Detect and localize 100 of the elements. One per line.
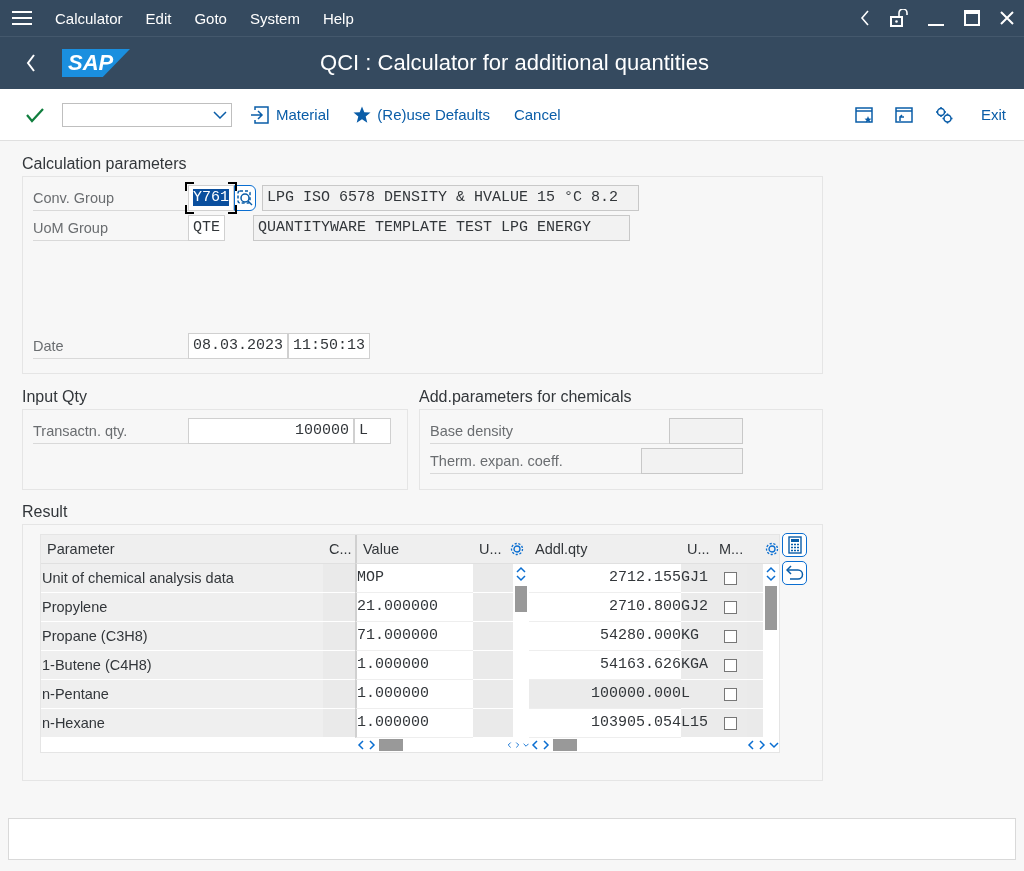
description-field: LPG ISO 6578 DENSITY & HVALUE 15 °C 8.2 <box>262 185 639 211</box>
description-field: QUANTITYWARE TEMPLATE TEST LPG ENERGY <box>253 215 630 241</box>
calculator-icon <box>787 536 802 554</box>
table-cell: 100000.000 <box>529 680 681 709</box>
scroll-left-icon[interactable] <box>531 740 539 750</box>
scroll-up-icon[interactable] <box>516 566 526 574</box>
undo-icon <box>785 565 804 581</box>
toolbar-button[interactable]: Cancel <box>513 106 561 123</box>
table-cell: 1.000000 <box>355 709 473 738</box>
table-cell <box>323 651 355 680</box>
table-cell: GJ1 <box>681 564 713 593</box>
checkmark-icon[interactable] <box>26 106 44 123</box>
scroll-left-icon[interactable] <box>357 740 365 750</box>
back-icon[interactable] <box>26 54 36 72</box>
table-cell: MOP <box>355 564 473 593</box>
column-header[interactable]: Value <box>355 535 473 564</box>
settings-icon[interactable] <box>510 542 524 556</box>
menu-item[interactable]: Goto <box>194 9 227 27</box>
value-help-button[interactable] <box>234 185 256 211</box>
table-cell: 1-Butene (C4H8) <box>41 651 323 680</box>
checkbox[interactable] <box>723 658 737 672</box>
table-cell: n-Hexane <box>41 709 323 738</box>
date-field[interactable]: 08.03.2023 <box>188 333 288 359</box>
table-cell: L15 <box>681 709 713 738</box>
search-icon <box>237 190 253 206</box>
menu-item[interactable]: Help <box>322 9 354 27</box>
checkbox[interactable] <box>723 716 737 730</box>
table-cell: L <box>681 680 713 709</box>
table-cell <box>323 564 355 593</box>
table-cell <box>323 709 355 738</box>
scroll-down-icon[interactable] <box>522 741 529 749</box>
section-title: Result <box>22 503 69 521</box>
scroll-right-icon[interactable] <box>368 740 376 750</box>
window-arrows-icon[interactable] <box>895 105 913 124</box>
import-icon <box>250 104 270 125</box>
table-cell: Propane (C3H8) <box>41 622 323 651</box>
exit-button[interactable]: Exit <box>981 106 1006 123</box>
menu-icon[interactable] <box>12 10 32 26</box>
table-cell: KGA <box>681 651 713 680</box>
column-header[interactable]: U... <box>473 535 505 564</box>
scroll-up-icon[interactable] <box>766 566 776 574</box>
table-cell: Propylene <box>41 593 323 622</box>
table-cell <box>473 564 505 593</box>
scroll-thumb[interactable] <box>765 586 777 630</box>
maximize-icon[interactable] <box>964 10 980 26</box>
dropdown-icon[interactable] <box>213 110 227 119</box>
input-field[interactable]: Y761 <box>188 185 234 211</box>
column-header[interactable]: M... <box>713 535 747 564</box>
table-cell: n-Pentane <box>41 680 323 709</box>
table-cell <box>323 680 355 709</box>
checkbox[interactable] <box>723 571 737 585</box>
star-icon <box>353 105 372 124</box>
unit-field[interactable]: L <box>354 418 391 444</box>
input-field[interactable]: QTE <box>188 215 225 241</box>
scroll-thumb[interactable] <box>515 586 527 612</box>
toolbar-button[interactable]: (Re)use Defaults <box>353 105 490 124</box>
menu-item[interactable]: Calculator <box>55 9 123 27</box>
field-label: Base density <box>430 418 669 444</box>
checkbox[interactable] <box>723 600 737 614</box>
column-header[interactable]: Parameter <box>41 535 323 564</box>
section-title: Add.parameters for chemicals <box>419 388 633 406</box>
quantity-field[interactable]: 100000 <box>188 418 354 444</box>
menu-item[interactable]: System <box>249 9 300 27</box>
unlocked-lock-icon[interactable] <box>890 9 908 27</box>
scroll-thumb[interactable] <box>553 739 577 751</box>
column-header[interactable]: C... <box>323 535 355 564</box>
column-header[interactable]: Addl.qty <box>529 535 681 564</box>
scroll-left-icon[interactable] <box>507 740 512 750</box>
undo-button[interactable] <box>782 561 807 585</box>
scroll-down-icon[interactable] <box>516 574 526 582</box>
close-icon[interactable] <box>1000 11 1014 25</box>
section-title: Calculation parameters <box>22 155 188 173</box>
scroll-right-icon[interactable] <box>514 740 520 750</box>
table-cell: 1.000000 <box>355 651 473 680</box>
scroll-down-icon[interactable] <box>766 574 776 582</box>
scroll-down-icon[interactable] <box>769 741 779 749</box>
table-cell: 71.000000 <box>355 622 473 651</box>
calculator-button[interactable] <box>782 533 807 557</box>
command-field[interactable] <box>62 102 232 127</box>
time-field[interactable]: 11:50:13 <box>288 333 371 359</box>
menu-item[interactable]: Edit <box>145 9 172 27</box>
table-cell <box>323 622 355 651</box>
scroll-right-icon[interactable] <box>758 740 766 750</box>
settings-icon[interactable] <box>765 542 779 556</box>
table-cell: KG <box>681 622 713 651</box>
column-header[interactable]: U... <box>681 535 713 564</box>
scroll-left-icon[interactable] <box>747 740 755 750</box>
table-cell: GJ2 <box>681 593 713 622</box>
table-cell: Unit of chemical analysis data <box>41 564 323 593</box>
toolbar-button[interactable]: Material <box>250 104 330 125</box>
section-title: Input Qty <box>22 388 88 406</box>
scroll-right-icon[interactable] <box>542 740 550 750</box>
back-icon[interactable] <box>860 10 870 26</box>
logo: SAP <box>62 49 130 77</box>
checkbox[interactable] <box>723 629 737 643</box>
table-cell: 21.000000 <box>355 593 473 622</box>
table-cell <box>323 593 355 622</box>
checkbox[interactable] <box>723 687 737 701</box>
scroll-thumb[interactable] <box>379 739 403 751</box>
settings-icon[interactable] <box>935 105 953 124</box>
